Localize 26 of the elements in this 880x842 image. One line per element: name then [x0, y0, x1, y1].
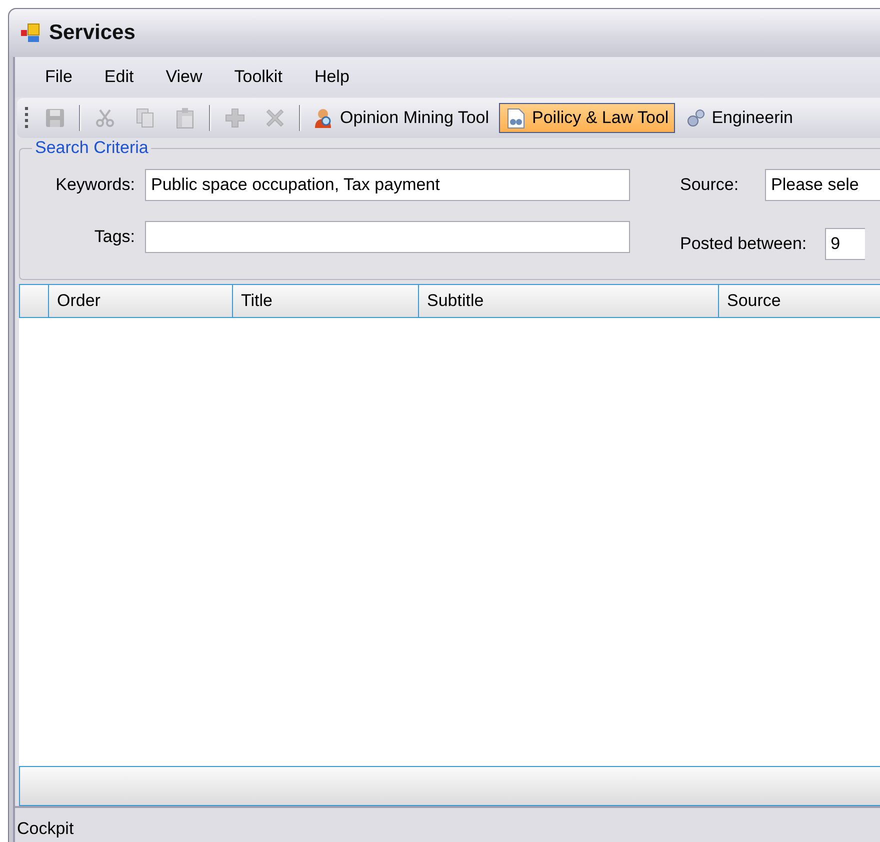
field-label: Source:: [679, 174, 740, 196]
source-dropdown[interactable]: Please sele: [765, 169, 880, 201]
tool-button[interactable]: Opinion Mining Tool: [307, 103, 495, 133]
tags-field[interactable]: [145, 221, 630, 253]
date-field[interactable]: 9: [824, 228, 865, 260]
column-header[interactable]: Subtitle: [419, 284, 719, 318]
column-header[interactable]: Title: [233, 284, 419, 318]
menu-item[interactable]: Toolkit: [218, 65, 298, 89]
column-header[interactable]: Order: [49, 284, 233, 318]
menu-item[interactable]: Help: [298, 65, 366, 89]
menu-item[interactable]: File: [29, 65, 88, 89]
menu-item[interactable]: Edit: [88, 65, 150, 89]
column-header[interactable]: Source: [719, 284, 880, 318]
tool-button[interactable]: Engineerin: [678, 103, 799, 133]
grip-icon[interactable]: [25, 105, 29, 131]
tool-button[interactable]: Poilicy & Law Tool: [499, 103, 675, 133]
app-icon: [19, 22, 41, 44]
field-label: Posted between:: [680, 232, 807, 255]
row-header-cell: [19, 284, 49, 318]
field-label: Tags:: [93, 226, 136, 248]
field-label: Keywords:: [54, 174, 136, 196]
status-text: Cockpit: [17, 819, 74, 839]
menu-item[interactable]: View: [150, 65, 218, 89]
keywords-field[interactable]: Public space occupation, Tax payment: [145, 169, 630, 201]
document-icon: [505, 107, 527, 129]
window-title: Services: [49, 21, 136, 45]
